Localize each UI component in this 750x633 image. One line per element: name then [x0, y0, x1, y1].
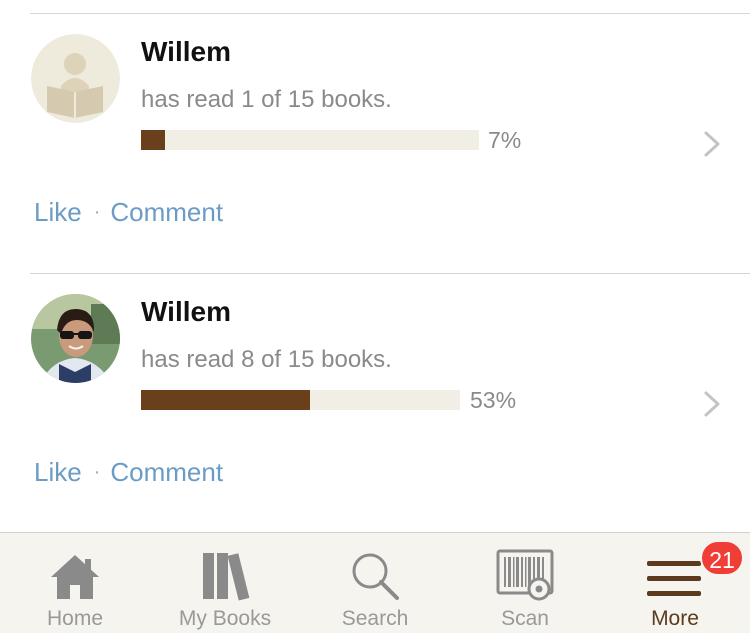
avatar[interactable]: [31, 294, 120, 383]
tab-label: More: [651, 607, 699, 630]
tab-label: Scan: [501, 607, 549, 630]
feed-item[interactable]: Willem has read 8 of 15 books. 53% Like …: [0, 274, 750, 534]
feed-item[interactable]: Willem has read 1 of 15 books. 7% Like ·…: [0, 14, 750, 274]
tab-search[interactable]: Search: [300, 533, 450, 633]
bottom-tab-bar: Home My Books Search Scan 21 More: [0, 532, 750, 633]
tab-label: Home: [46, 607, 104, 630]
tab-scan[interactable]: Scan: [450, 533, 600, 633]
separator: ·: [93, 461, 101, 483]
avatar[interactable]: [31, 34, 120, 123]
action-row: Like · Comment: [34, 197, 223, 228]
reader-placeholder-icon: [31, 34, 120, 123]
comment-button[interactable]: Comment: [110, 457, 223, 488]
notification-badge: 21: [700, 540, 744, 576]
activity-feed: Willem has read 1 of 15 books. 7% Like ·…: [0, 0, 750, 532]
progress-fill: [141, 390, 311, 410]
tab-my-books[interactable]: My Books: [150, 533, 300, 633]
tab-label: My Books: [178, 607, 272, 630]
progress-percent: 7%: [488, 127, 522, 153]
reading-progress-bar: [141, 130, 479, 150]
reading-status: has read 1 of 15 books.: [141, 86, 392, 113]
barcode-scan-icon: [496, 549, 554, 601]
tab-label: Search: [341, 607, 409, 630]
progress-percent: 53%: [470, 387, 517, 413]
comment-button[interactable]: Comment: [110, 197, 223, 228]
action-row: Like · Comment: [34, 457, 223, 488]
tab-home[interactable]: Home: [0, 533, 150, 633]
chevron-right-icon[interactable]: [700, 390, 724, 418]
reading-progress-bar: [141, 390, 460, 410]
user-name[interactable]: Willem: [141, 296, 231, 328]
reading-status: has read 8 of 15 books.: [141, 346, 392, 373]
like-button[interactable]: Like: [34, 197, 82, 228]
hamburger-menu-icon: [647, 561, 701, 596]
progress-fill: [141, 130, 165, 150]
home-icon: [51, 555, 99, 599]
chevron-right-icon[interactable]: [700, 130, 724, 158]
tab-more[interactable]: 21 More: [600, 533, 750, 633]
user-photo: [31, 294, 120, 383]
user-name[interactable]: Willem: [141, 36, 231, 68]
like-button[interactable]: Like: [34, 457, 82, 488]
search-icon: [352, 553, 399, 600]
books-icon: [203, 553, 250, 601]
separator: ·: [93, 201, 101, 223]
